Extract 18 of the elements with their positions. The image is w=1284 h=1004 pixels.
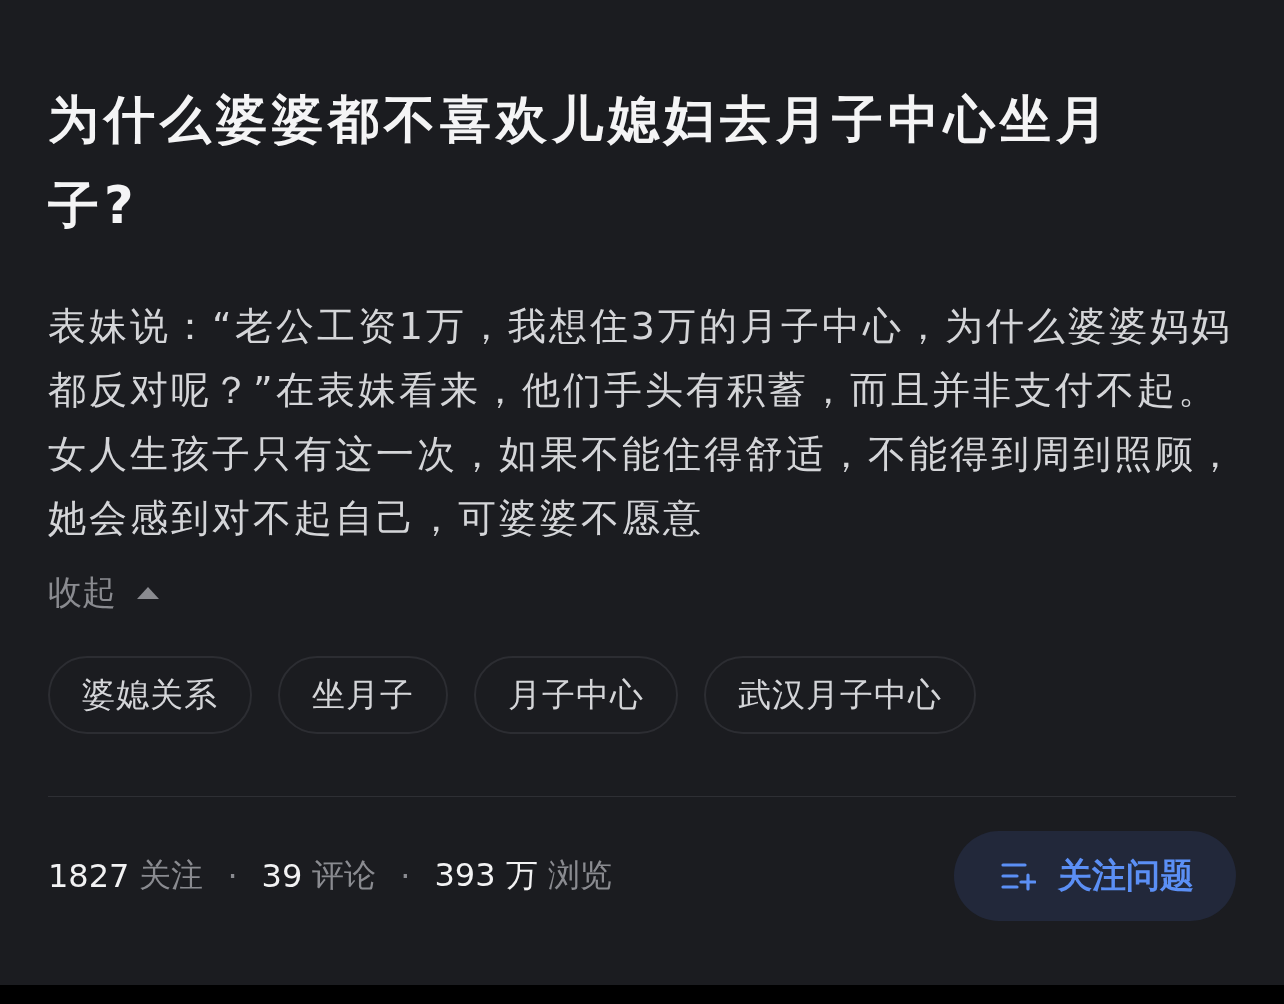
question-description: 表妹说：“老公工资1万，我想住3万的月子中心，为什么婆婆妈妈都反对呢？”在表妹看来，他们手头有积蓄，而且并非支付不起。女人生孩子只有这一次，如果不能住得舒适，不能得到周到照顾，她会感到对不起自己，可婆婆不愿意 bbox=[48, 303, 1238, 542]
stat-number: 39 bbox=[261, 857, 303, 895]
follow-question-button[interactable]: 关注问题 bbox=[954, 831, 1236, 921]
caret-up-icon bbox=[136, 585, 160, 601]
stat-number: 1827 bbox=[48, 857, 130, 895]
stat-label: 关注 bbox=[139, 855, 204, 896]
topic-tag[interactable]: 坐月子 bbox=[278, 656, 448, 734]
stat-label: 评论 bbox=[312, 855, 377, 896]
topic-tag[interactable]: 婆媳关系 bbox=[48, 656, 252, 734]
separator-dot: · bbox=[400, 857, 411, 895]
separator-dot: · bbox=[227, 857, 238, 895]
stat-label: 浏览 bbox=[547, 855, 612, 896]
topic-tag[interactable]: 月子中心 bbox=[474, 656, 678, 734]
topic-tag[interactable]: 武汉月子中心 bbox=[704, 656, 976, 734]
question-title: 为什么婆婆都不喜欢儿媳妇去月子中心坐月子? bbox=[48, 89, 1113, 237]
list-add-icon bbox=[1000, 861, 1036, 891]
collapse-toggle[interactable]: 收起 bbox=[48, 570, 160, 616]
stat-number: 393 万 bbox=[434, 855, 538, 896]
